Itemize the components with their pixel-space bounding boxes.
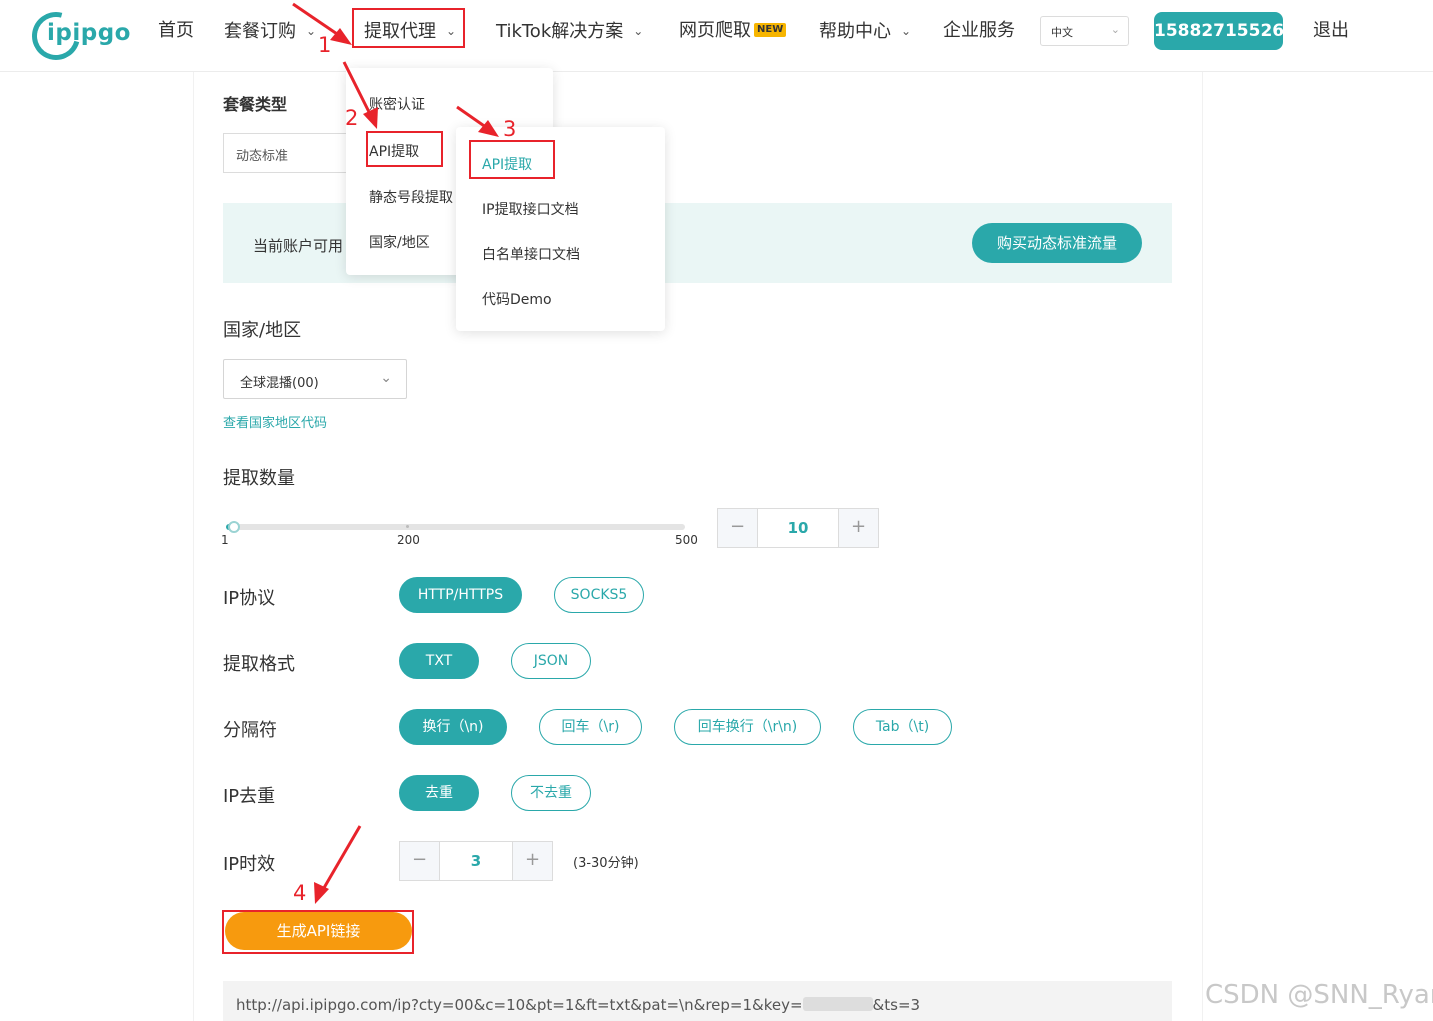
slider-tick-mid: 200 (397, 533, 420, 547)
nav-enterprise[interactable]: 企业服务 (943, 18, 1015, 44)
chevron-down-icon: ⌄ (1110, 23, 1120, 36)
chevron-down-icon: ⌄ (380, 370, 392, 386)
dedup-off-button[interactable]: 不去重 (511, 775, 591, 811)
language-select[interactable]: 中文 ⌄ (1040, 16, 1129, 46)
format-json-button[interactable]: JSON (511, 643, 591, 679)
api-url-output[interactable]: http://api.ipipgo.com/ip?cty=00&c=10&pt=… (223, 981, 1172, 1021)
slider-tick-max: 500 (675, 533, 698, 547)
package-type-select[interactable]: 动态标准 (223, 133, 363, 173)
nav-help-center[interactable]: 帮助中心 ⌄ (819, 18, 911, 45)
separator-tab-button[interactable]: Tab（\t) (853, 709, 952, 745)
separator-label: 分隔符 (223, 720, 277, 741)
quantity-label: 提取数量 (223, 468, 295, 489)
api-url-suffix: &ts=3 (872, 996, 921, 1014)
redacted-key-blur (802, 997, 873, 1011)
separator-newline-button[interactable]: 换行（\n) (399, 709, 507, 745)
balance-text: 当前账户可用 (253, 237, 344, 255)
account-phone-button[interactable]: 15882715526 (1154, 12, 1284, 50)
quantity-input[interactable]: 10 (758, 509, 838, 547)
slider-tick-min: 1 (221, 533, 229, 547)
package-type-value: 动态标准 (236, 149, 289, 164)
logo-text: ipipgo (47, 20, 131, 46)
language-value: 中文 (1051, 26, 1073, 39)
separator-cr-button[interactable]: 回车（\r) (539, 709, 642, 745)
nav-packages[interactable]: 套餐订购 ⌄ (224, 18, 316, 45)
slider-midpoint-marker (406, 525, 409, 528)
submenu-item-code-demo[interactable]: 代码Demo (482, 289, 552, 309)
country-label: 国家/地区 (223, 320, 302, 341)
logout-link[interactable]: 退出 (1313, 18, 1349, 44)
annotation-box-4 (222, 910, 414, 954)
protocol-socks5-button[interactable]: SOCKS5 (554, 577, 644, 613)
chevron-down-icon: ⌄ (306, 24, 317, 38)
country-select[interactable]: 全球混播(00) ⌄ (223, 359, 407, 399)
format-txt-button[interactable]: TXT (399, 643, 479, 679)
validity-increment-button[interactable]: + (512, 842, 552, 880)
package-type-label: 套餐类型 (223, 95, 288, 114)
ipipgo-logo[interactable]: ipipgo (23, 3, 136, 69)
format-label: 提取格式 (223, 654, 295, 675)
submenu-item-ip-api-docs[interactable]: IP提取接口文档 (482, 199, 579, 219)
nav-packages-label: 套餐订购 (224, 21, 296, 42)
submenu-item-whitelist-docs[interactable]: 白名单接口文档 (482, 244, 580, 264)
annotation-number-4: 4 (293, 881, 307, 905)
nav-web-scraping-label: 网页爬取 (679, 20, 751, 41)
annotation-number-1: 1 (318, 33, 332, 57)
menu-item-account-auth[interactable]: 账密认证 (369, 94, 425, 114)
nav-tiktok-label: TikTok解决方案 (496, 21, 624, 42)
validity-label: IP时效 (223, 854, 276, 875)
nav-home[interactable]: 首页 (158, 18, 194, 44)
nav-help-label: 帮助中心 (819, 21, 891, 42)
new-badge: NEW (754, 23, 787, 37)
validity-stepper: − 3 + (399, 841, 553, 881)
protocol-http-button[interactable]: HTTP/HTTPS (399, 577, 522, 613)
quantity-decrement-button[interactable]: − (718, 509, 758, 547)
dedup-on-button[interactable]: 去重 (399, 775, 479, 811)
buy-traffic-button[interactable]: 购买动态标准流量 (972, 223, 1142, 263)
annotation-box-2 (366, 131, 443, 167)
chevron-down-icon: ⌄ (901, 24, 912, 38)
top-nav-bar: ipipgo 首页 套餐订购 ⌄ 提取代理 ⌄ TikTok解决方案 ⌄ 网页爬取 NE… (0, 0, 1433, 72)
separator-crlf-button[interactable]: 回车换行（\r\n) (674, 709, 821, 745)
nav-tiktok-solutions[interactable]: TikTok解决方案 ⌄ (496, 18, 643, 45)
api-url-prefix: http://api.ipipgo.com/ip?cty=00&c=10&pt=… (236, 996, 803, 1014)
quantity-stepper: − 10 + (717, 508, 879, 548)
menu-item-country-region[interactable]: 国家/地区 (369, 232, 430, 252)
annotation-box-3 (469, 140, 555, 179)
menu-item-static-segment[interactable]: 静态号段提取 (369, 187, 453, 207)
annotation-number-3: 3 (503, 117, 517, 141)
protocol-label: IP协议 (223, 588, 276, 609)
quantity-slider[interactable] (226, 524, 685, 530)
country-code-link[interactable]: 查看国家地区代码 (223, 412, 327, 431)
validity-hint: (3-30分钟) (573, 856, 639, 871)
chevron-down-icon: ⌄ (633, 24, 644, 38)
annotation-box-1 (352, 8, 465, 48)
validity-decrement-button[interactable]: − (400, 842, 440, 880)
dedup-label: IP去重 (223, 786, 276, 807)
country-value: 全球混播(00) (240, 376, 319, 391)
validity-input[interactable]: 3 (440, 842, 512, 880)
annotation-number-2: 2 (345, 106, 359, 130)
csdn-watermark: CSDN @SNN_Ryan (1205, 980, 1433, 1010)
nav-web-scraping[interactable]: 网页爬取 NEW (679, 18, 787, 44)
quantity-increment-button[interactable]: + (838, 509, 878, 547)
